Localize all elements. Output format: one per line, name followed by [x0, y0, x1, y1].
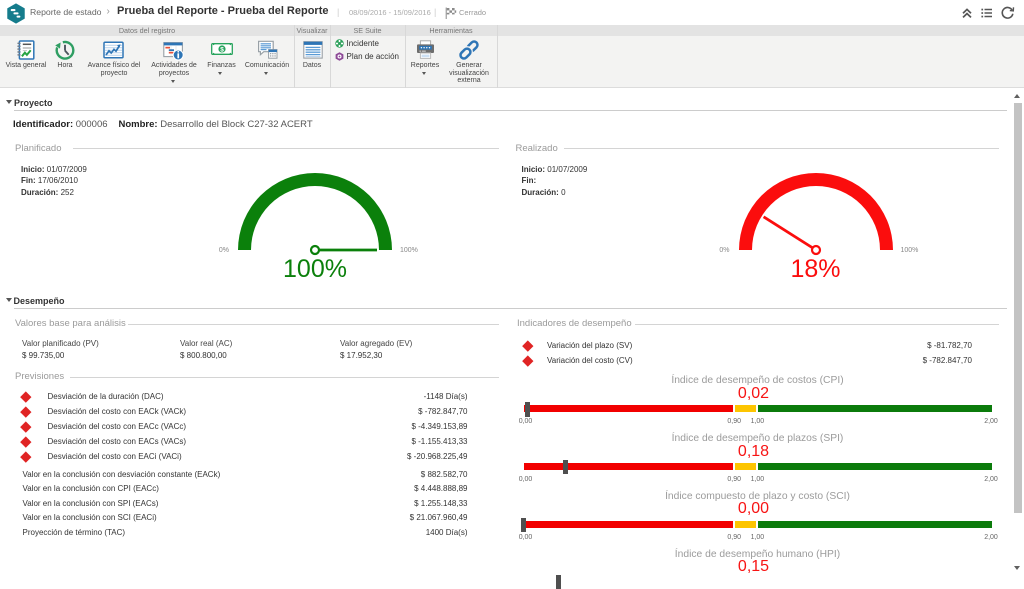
svg-text:$: $	[220, 46, 224, 53]
